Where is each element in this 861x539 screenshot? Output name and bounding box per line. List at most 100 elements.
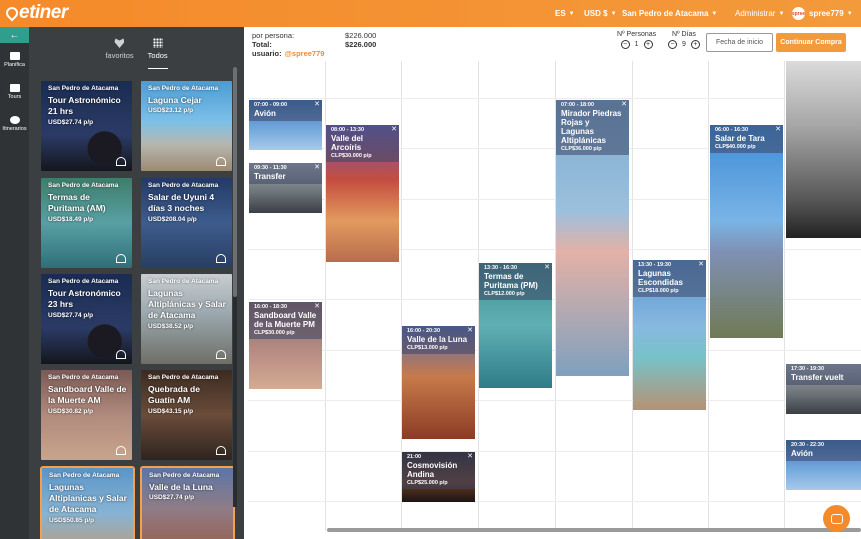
event-cosmovision[interactable]: 21:00 Cosmovisión Andina CLP$25.000 p/p ✕ [402, 452, 475, 502]
heart-icon [114, 38, 125, 48]
tour-card[interactable]: San Pedro de Atacama Laguna Cejar USD$23… [141, 81, 232, 171]
location-selector[interactable]: San Pedro de Atacama ▼ [622, 0, 717, 27]
rail-item-itinerarios[interactable]: Itinerarios [0, 109, 29, 139]
event-name: Sandboard Valle de la Muerte PM [254, 311, 317, 329]
tab-all[interactable]: Todos [147, 38, 168, 69]
total-label: Total: [252, 40, 272, 49]
rail-item-planifica[interactable]: Planifica [0, 45, 29, 75]
card-location: San Pedro de Atacama [49, 472, 120, 479]
event-valle-arcoiris[interactable]: 08:00 - 13:30 Valle del Arcoíris CLP$30.00… [326, 125, 399, 262]
rail-item-tours[interactable]: Tours [0, 77, 29, 107]
heart-icon[interactable] [116, 350, 126, 359]
event-time: 13:30 - 16:30 [484, 265, 518, 271]
close-icon[interactable]: ✕ [314, 101, 320, 108]
event-cost: CLP$13.000 p/p [407, 345, 448, 351]
card-title: Tour Astronómico 21 hrs [48, 95, 121, 116]
event-salar-tara[interactable]: 06:00 - 16:30 Salar de Tara CLP$40.000 p/p… [710, 125, 783, 338]
event-avion-return[interactable]: 20:30 - 22:30 Avión [786, 440, 861, 490]
event-transfer[interactable]: 09:30 - 11:30 Transfer ✕ [249, 163, 322, 213]
tab-favorites[interactable]: favoritos [105, 38, 134, 69]
event-name: Lagunas Escondidas [638, 269, 683, 287]
language-selector[interactable]: ES ▼ [555, 0, 575, 27]
app-root: etiner ES ▼ USD $ ▼ San Pedro de Atacama ▼ … [0, 0, 861, 539]
tour-card[interactable]: San Pedro de Atacama Tour Astronómico 23… [41, 274, 132, 364]
tour-card[interactable]: San Pedro de Atacama Lagunas Altiplánica… [141, 274, 232, 364]
event-time: 21:00 [407, 454, 422, 460]
card-title: Tour Astronómico 23 hrs [48, 288, 121, 309]
user-menu[interactable]: spree spree779 ▼ [792, 0, 853, 27]
itinerary-calendar: 07:00 - 09:00 Avión ✕ 09:30 - 11:30 Transf… [248, 61, 861, 531]
card-title: Valle de la Luna [149, 482, 213, 492]
card-price: USD$50.85 p/p [49, 517, 95, 524]
event-valle-luna[interactable]: 16:00 - 20:30 Valle de la Luna CLP$13.000 … [402, 326, 475, 439]
event-cost: CLP$40.000 p/p [715, 144, 756, 150]
event-avion[interactable]: 07:00 - 09:00 Avión ✕ [249, 100, 322, 150]
close-icon[interactable]: ✕ [467, 327, 473, 334]
close-icon[interactable]: ✕ [467, 453, 473, 460]
plus-button[interactable]: + [690, 40, 700, 49]
total-value: $226.000 [345, 40, 377, 49]
currency-selector[interactable]: USD $ ▼ [584, 0, 617, 27]
tour-card[interactable]: San Pedro de Atacama Valle de la Luna US… [140, 466, 235, 539]
card-title: Lagunas Altiplanicas y Salar de Atacama [49, 482, 127, 514]
close-icon[interactable]: ✕ [544, 264, 550, 271]
close-icon[interactable]: ✕ [775, 126, 781, 133]
tour-card[interactable]: San Pedro de Atacama Salar de Uyuni 4 dí… [141, 178, 232, 268]
scrollbar-thumb[interactable] [233, 67, 237, 297]
event-lagunas-escondidas[interactable]: 13:30 - 19:30 Lagunas Escondidas CLP$18.00… [633, 260, 706, 410]
days-value: 9 [682, 41, 686, 48]
card-price: USD$208.04 p/p [148, 216, 197, 223]
close-icon[interactable]: ✕ [314, 303, 320, 310]
heart-icon[interactable] [116, 254, 126, 263]
plus-button[interactable]: + [643, 40, 653, 49]
close-icon[interactable]: ✕ [698, 261, 704, 268]
rail-item-label: Planifica [4, 62, 25, 68]
event-time: 17:30 - 19:30 [791, 366, 825, 372]
event-name: Termas de Puritama (PM) [484, 272, 538, 290]
event-cost: CLP$25.000 p/p [407, 480, 448, 486]
close-icon[interactable]: ✕ [391, 126, 397, 133]
event-time: 16:00 - 18:30 [254, 304, 288, 310]
card-title: Sandboard Valle de la Muerte AM [48, 384, 127, 405]
close-icon[interactable]: ✕ [314, 164, 320, 171]
back-arrow-icon[interactable]: ← [0, 27, 29, 43]
event-termas-puritama[interactable]: 13:30 - 16:30 Termas de Puritama (PM) CLP$… [479, 263, 552, 388]
event-cost: CLP$12.000 p/p [484, 291, 525, 297]
card-title: Lagunas Altiplánicas y Salar de Atacama [148, 288, 226, 320]
tour-card[interactable]: San Pedro de Atacama Sandboard Valle de … [41, 370, 132, 460]
admin-menu[interactable]: Administrar ▼ [735, 0, 784, 27]
card-location: San Pedro de Atacama [48, 85, 119, 92]
heart-icon[interactable] [216, 254, 226, 263]
card-title: Salar de Uyuni 4 días 3 noches [148, 192, 215, 213]
logo-text: etiner [19, 2, 68, 23]
event-transfer-vuelta[interactable]: 17:30 - 19:30 Transfer vuelt [786, 364, 861, 414]
map-icon [9, 84, 20, 92]
card-title: Quebrada de Guatín AM [148, 384, 200, 405]
minus-button[interactable]: − [668, 40, 677, 49]
heart-icon[interactable] [116, 157, 126, 166]
start-date-button[interactable]: Fecha de inicio [706, 33, 773, 52]
heart-icon[interactable] [216, 350, 226, 359]
heart-icon[interactable] [216, 446, 226, 455]
event-piedras-rojas[interactable]: 07:00 - 18:00 Mirador Piedras Rojas y Lag… [556, 100, 629, 376]
close-icon[interactable]: ✕ [621, 101, 627, 108]
tab-label: favoritos [105, 51, 134, 60]
tour-card[interactable]: San Pedro de Atacama Lagunas Altiplanica… [40, 466, 135, 539]
event-geysers[interactable] [786, 61, 861, 238]
persons-value: 1 [634, 41, 639, 48]
event-sandboard[interactable]: 16:00 - 18:30 Sandboard Valle de la Muert… [249, 302, 322, 389]
logo[interactable]: etiner [3, 2, 68, 24]
per-person-value: $226.000 [345, 31, 377, 40]
heart-icon[interactable] [116, 446, 126, 455]
chevron-down-icon: ▼ [711, 10, 718, 17]
panel-scrollbar[interactable] [233, 67, 237, 507]
heart-icon[interactable] [216, 157, 226, 166]
minus-button[interactable]: − [620, 40, 630, 49]
chat-button[interactable] [823, 505, 850, 532]
tour-card[interactable]: San Pedro de Atacama Quebrada de Guatín … [141, 370, 232, 460]
calendar-horizontal-scrollbar[interactable] [327, 528, 861, 532]
tour-card[interactable]: San Pedro de Atacama Termas de Puritama … [41, 178, 132, 268]
continue-purchase-button[interactable]: Continuar Compra [776, 33, 846, 52]
tour-card[interactable]: San Pedro de Atacama Tour Astronómico 21… [41, 81, 132, 171]
card-price: USD$27.74 p/p [48, 119, 94, 126]
